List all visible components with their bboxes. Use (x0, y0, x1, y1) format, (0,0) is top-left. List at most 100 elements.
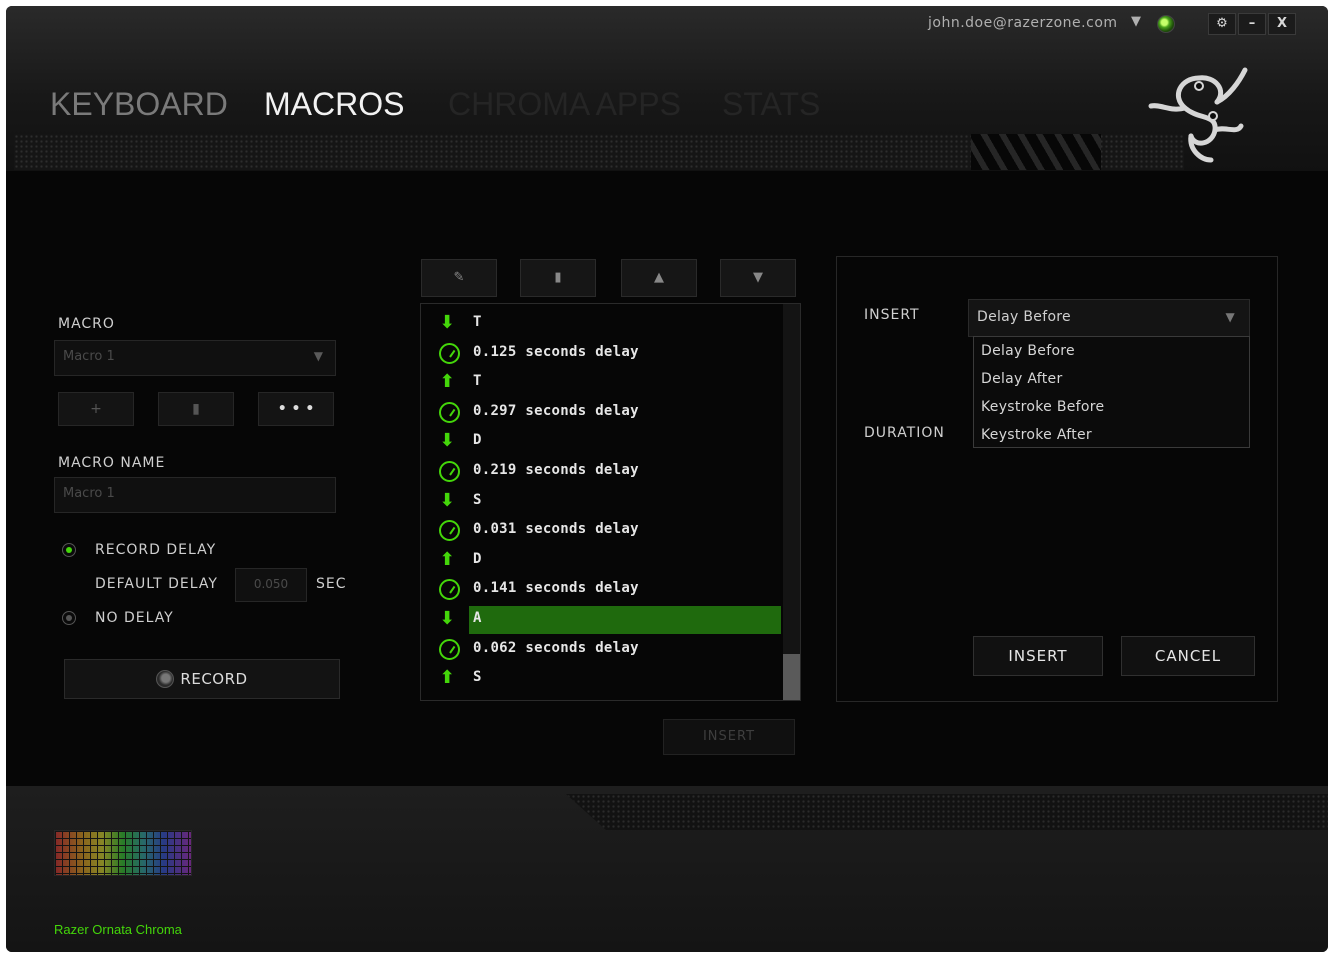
key-up-arrow-icon: ⬆ (439, 667, 455, 689)
sec-label: SEC (316, 576, 347, 592)
header: john.doe@razerzone.com ▼ ⚙ – X KEYBOARD … (6, 6, 1328, 171)
add-macro-button[interactable]: + (58, 392, 134, 426)
macro-event-row[interactable]: ⬇ D (421, 428, 781, 454)
macro-label: MACRO (58, 316, 115, 332)
chevron-down-icon: ▼ (1225, 310, 1235, 324)
no-delay-radio[interactable] (62, 611, 76, 625)
event-text: 0.031 seconds delay (473, 521, 639, 538)
event-text: S (473, 491, 482, 508)
edit-event-button[interactable]: ✎ (421, 259, 497, 297)
clock-icon (439, 342, 460, 364)
key-down-arrow-icon: ⬇ (439, 489, 455, 511)
option-keystroke-after[interactable]: Keystroke After (981, 427, 1092, 443)
event-text: A (473, 610, 482, 626)
macro-event-row[interactable]: ⬇ T (421, 310, 781, 336)
tab-keyboard[interactable]: KEYBOARD (50, 86, 228, 123)
default-delay-value: 0.050 (253, 577, 289, 591)
record-label: RECORD (180, 670, 248, 688)
macro-event-row[interactable]: 0.125 seconds delay (421, 340, 781, 366)
macro-name-value: Macro 1 (63, 486, 115, 501)
radio-selected-dot (66, 547, 72, 553)
key-up-arrow-icon: ⬆ (439, 548, 455, 570)
event-text: D (473, 432, 482, 449)
selected-row-highlight (469, 606, 781, 634)
move-down-button[interactable]: ▼ (720, 259, 796, 297)
key-down-arrow-icon: ⬇ (439, 430, 455, 452)
insert-type-dropdown[interactable]: Delay Before ▼ (968, 299, 1250, 337)
macro-event-row[interactable]: ⬇ S (421, 488, 781, 514)
scrollbar-thumb[interactable] (783, 654, 800, 700)
macro-event-row[interactable]: 0.297 seconds delay (421, 399, 781, 425)
clock-icon (439, 401, 460, 423)
option-keystroke-before[interactable]: Keystroke Before (981, 399, 1104, 415)
settings-button[interactable]: ⚙ (1208, 13, 1236, 35)
scrollbar-track[interactable] (783, 304, 800, 700)
macro-event-row[interactable]: 0.219 seconds delay (421, 458, 781, 484)
insert-type-options: Delay Before Delay After Keystroke Befor… (973, 336, 1250, 448)
duration-label: DURATION (864, 425, 945, 441)
no-delay-label: NO DELAY (95, 610, 174, 626)
macro-event-list[interactable]: ⬆ S 0.062 seconds delay ⬇ A 0.141 seconds del… (420, 303, 801, 701)
macro-event-row[interactable]: ⬆ T (421, 369, 781, 395)
clock-icon (439, 461, 460, 482)
footer-texture-strip (566, 794, 1328, 830)
record-icon (156, 670, 175, 688)
delete-macro-button[interactable]: ▮ (158, 392, 234, 426)
event-text: 0.297 seconds delay (473, 402, 639, 419)
header-stripes (971, 134, 1101, 170)
macro-event-row[interactable]: 0.031 seconds delay (421, 517, 781, 543)
default-delay-input[interactable]: 0.050 (235, 568, 307, 602)
macro-event-row[interactable]: 0.062 seconds delay (421, 636, 781, 662)
event-text: 0.125 seconds delay (473, 343, 639, 360)
macro-select[interactable]: Macro 1 ▼ (54, 340, 336, 376)
close-button[interactable]: X (1268, 13, 1296, 35)
event-text: S (473, 669, 482, 686)
chevron-down-icon: ▼ (313, 349, 323, 363)
event-text: T (473, 373, 482, 390)
cancel-button[interactable]: CANCEL (1121, 636, 1255, 676)
record-button[interactable]: RECORD (64, 659, 340, 699)
event-text: 0.219 seconds delay (473, 462, 639, 478)
option-delay-after[interactable]: Delay After (981, 371, 1063, 387)
clock-icon (439, 579, 460, 601)
keyboard-device-image[interactable] (54, 830, 192, 876)
tab-chroma-apps[interactable]: CHROMA APPS (448, 86, 681, 123)
macro-select-value: Macro 1 (63, 349, 115, 364)
key-up-arrow-icon: ⬆ (439, 371, 455, 393)
user-email[interactable]: john.doe@razerzone.com (928, 15, 1118, 31)
delete-event-button[interactable]: ▮ (520, 259, 596, 297)
clock-icon (439, 638, 460, 660)
clock-icon (439, 520, 460, 542)
footer: Razer Ornata Chroma (6, 786, 1328, 952)
macro-name-label: MACRO NAME (58, 455, 166, 471)
radio-dot (66, 615, 72, 621)
insert-button[interactable]: INSERT (973, 636, 1103, 676)
key-down-arrow-icon: ⬇ (439, 312, 455, 333)
default-delay-label: DEFAULT DELAY (95, 576, 218, 592)
key-down-arrow-icon: ⬇ (439, 608, 455, 629)
insert-type-value: Delay Before (977, 309, 1071, 325)
event-text: 0.141 seconds delay (473, 580, 639, 597)
option-delay-before[interactable]: Delay Before (981, 343, 1075, 359)
device-name[interactable]: Razer Ornata Chroma (54, 922, 182, 937)
event-text: D (473, 550, 482, 567)
macro-event-row[interactable]: ⬇ A (421, 606, 781, 634)
macro-event-row[interactable]: 0.141 seconds delay (421, 576, 781, 602)
macro-event-row[interactable]: ⬆ S (421, 665, 781, 691)
razer-logo-icon (1148, 67, 1248, 163)
list-insert-button[interactable]: INSERT (663, 719, 795, 755)
macro-event-row[interactable]: ⬆ D (421, 547, 781, 573)
record-delay-label: RECORD DELAY (95, 542, 217, 558)
account-dropdown-icon[interactable]: ▼ (1131, 14, 1141, 29)
tab-stats[interactable]: STATS (722, 86, 820, 123)
online-status-icon (1157, 15, 1175, 33)
minimize-button[interactable]: – (1238, 13, 1266, 35)
insert-label: INSERT (864, 307, 920, 323)
macro-name-field[interactable]: Macro 1 (54, 477, 336, 513)
tab-macros[interactable]: MACROS (264, 86, 404, 123)
event-text: T (473, 314, 482, 330)
move-up-button[interactable]: ▲ (621, 259, 697, 297)
more-options-button[interactable]: • • • (258, 392, 334, 426)
synapse-window: john.doe@razerzone.com ▼ ⚙ – X KEYBOARD … (6, 6, 1328, 952)
record-delay-radio[interactable] (62, 543, 76, 557)
